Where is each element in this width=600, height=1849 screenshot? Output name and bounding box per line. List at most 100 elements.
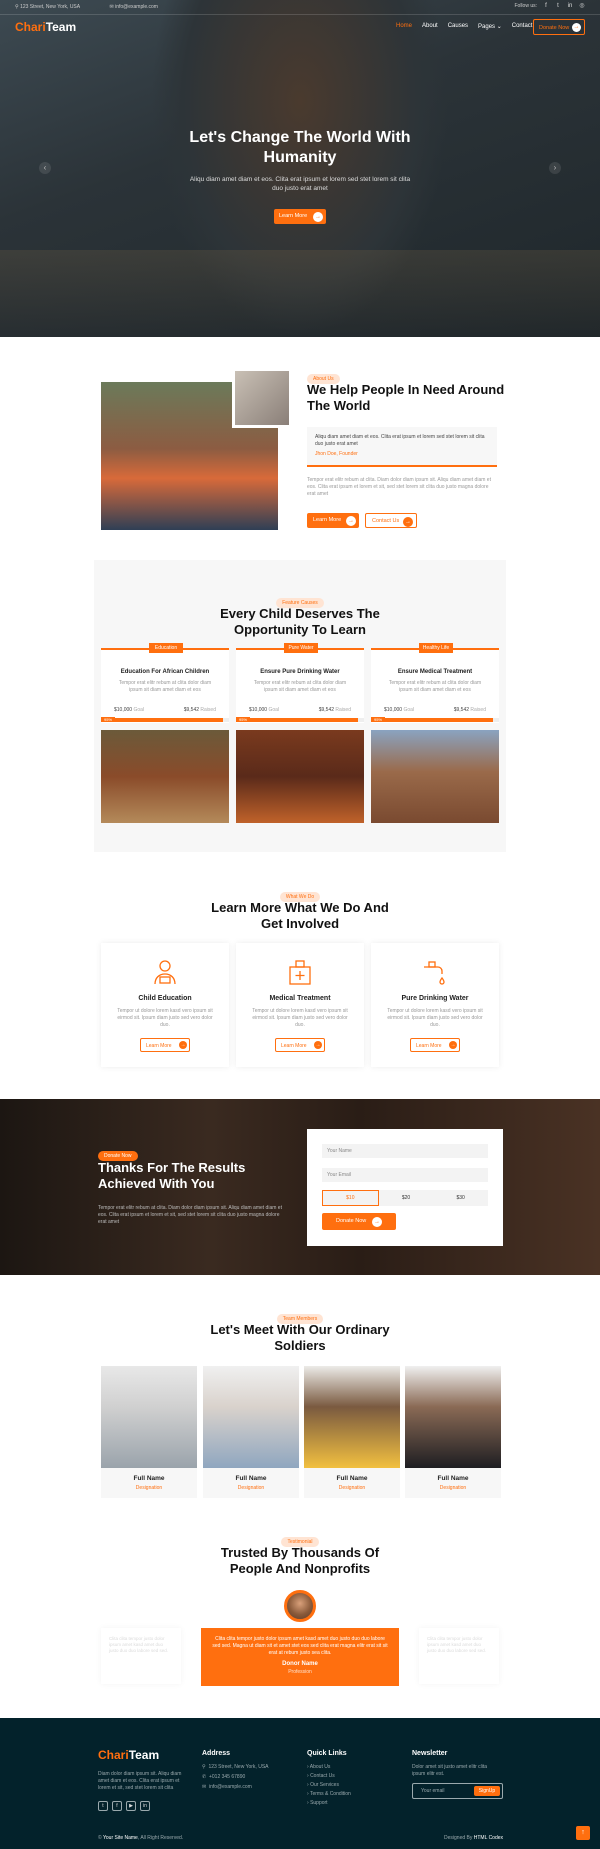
team-member-card: Full Name Designation <box>405 1366 501 1498</box>
youtube-icon[interactable]: ▶ <box>126 1801 136 1811</box>
back-to-top-button[interactable]: ↑ <box>576 1826 590 1840</box>
facebook-icon[interactable]: f <box>543 3 549 9</box>
site-name-link[interactable]: Your Site Name <box>103 1835 138 1841</box>
cause-raised-label: Raised <box>335 707 351 713</box>
team-member-card: Full Name Designation <box>101 1366 197 1498</box>
footer-link-label: Contact Us <box>310 1773 335 1779</box>
service-title: Child Education <box>138 995 192 1002</box>
footer-link-about[interactable]: › About Us <box>307 1764 330 1770</box>
causes-title: Every Child Deserves The Opportunity To … <box>220 606 380 637</box>
service-button-label: Learn More <box>281 1043 307 1049</box>
hero-image-overlay <box>0 250 600 337</box>
service-learn-more-button[interactable]: Learn More → <box>140 1038 190 1052</box>
donate-button-label: Donate Now <box>336 1218 367 1224</box>
team-title: Let's Meet With Our Ordinary Soldiers <box>210 1322 390 1353</box>
about-learn-more-button[interactable]: Learn More → <box>307 513 359 528</box>
service-card-water: Pure Drinking Water Tempor ut dolore lor… <box>371 943 499 1067</box>
cause-desc: Tempor erat elitr rebum at clita dolor d… <box>253 680 347 693</box>
cause-raised-value: $9,542 <box>318 707 335 713</box>
donor-avatar <box>284 1590 316 1622</box>
newsletter-form: Your email SignUp <box>412 1783 503 1799</box>
donor-email-input[interactable]: Your Email <box>322 1168 488 1182</box>
cause-goal: $10,000 Goal <box>384 707 414 713</box>
cause-title: Ensure Pure Drinking Water <box>260 669 340 675</box>
nav-pages-dropdown[interactable]: Pages ⌄ <box>478 23 502 30</box>
team-member-card: Full Name Designation <box>304 1366 400 1498</box>
copyright-text: , All Right Reserved. <box>137 1835 184 1841</box>
carousel-next-button[interactable]: › <box>549 162 561 174</box>
service-title: Pure Drinking Water <box>401 995 469 1002</box>
arrow-right-icon: → <box>313 211 323 222</box>
nav-about[interactable]: About <box>422 23 438 30</box>
facebook-icon[interactable]: f <box>112 1801 122 1811</box>
twitter-icon[interactable]: t <box>98 1801 108 1811</box>
designed-by-label: Designed By <box>444 1835 473 1841</box>
footer-link-label: Support <box>310 1800 328 1806</box>
amount-option-20[interactable]: $20 <box>379 1190 434 1206</box>
member-name: Full Name <box>437 1475 469 1482</box>
service-button-label: Learn More <box>416 1043 442 1049</box>
hero-title: Let's Change The World With Humanity <box>189 129 411 166</box>
footer-logo-a: Chari <box>98 1748 129 1762</box>
cause-progress-percent: 95% <box>101 717 116 722</box>
cause-category-badge: Pure Water <box>284 643 318 653</box>
twitter-icon[interactable]: t <box>555 3 561 9</box>
footer-link-support[interactable]: › Support <box>307 1800 328 1806</box>
linkedin-icon[interactable]: in <box>140 1801 150 1811</box>
cause-goal: $10,000 Goal <box>114 707 144 713</box>
footer-address-text: 123 Street, New York, USA <box>208 1764 269 1770</box>
service-desc: Tempor ut dolore lorem kasd vero ipsum s… <box>252 1008 348 1028</box>
member-role: Designation <box>439 1485 467 1491</box>
linkedin-icon[interactable]: in <box>567 3 573 9</box>
donate-form: Your Name Your Email $10 $20 $30 Donate … <box>307 1129 503 1246</box>
amount-option-30[interactable]: $30 <box>433 1190 488 1206</box>
cause-goal: $10,000 Goal <box>249 707 279 713</box>
nav-home[interactable]: Home <box>396 23 412 30</box>
amount-option-10[interactable]: $10 <box>322 1190 379 1206</box>
footer-link-contact[interactable]: › Contact Us <box>307 1773 335 1779</box>
footer-social: t f ▶ in <box>98 1801 150 1811</box>
hero-learn-more-button[interactable]: Learn More → <box>274 209 326 224</box>
about-contact-us-button[interactable]: Contact Us → <box>365 513 417 528</box>
arrow-right-icon: → <box>449 1041 457 1049</box>
logo[interactable]: ChariTeam <box>15 20 76 34</box>
nav-contact[interactable]: Contact <box>512 23 533 30</box>
testimonial-card-active: Clita clita tempor justo dolor ipsum ame… <box>201 1628 399 1686</box>
water-tap-icon <box>424 961 445 985</box>
footer-link-services[interactable]: › Our Services <box>307 1782 339 1788</box>
follow-label: Follow us: <box>514 3 537 9</box>
cause-goal-label: Goal <box>268 707 280 713</box>
about-quote: Aliqu diam amet diam et eos. Clita erat … <box>315 434 485 447</box>
logo-part-a: Chari <box>15 20 46 34</box>
cause-progress-percent: 95% <box>236 717 251 722</box>
instagram-icon[interactable]: ◎ <box>579 3 585 9</box>
about-text: Tempor erat elitr rebum at clita. Diam d… <box>307 477 491 497</box>
donate-submit-button[interactable]: Donate Now → <box>322 1213 396 1230</box>
newsletter-email-input[interactable]: Your email <box>421 1788 444 1794</box>
topbar: ⚲ 123 Street, New York, USA ✉ info@examp… <box>0 0 600 14</box>
about-title: We Help People In Need Around The World <box>307 382 505 413</box>
designed-by: Designed By HTML Codex <box>444 1835 503 1841</box>
service-desc: Tempor ut dolore lorem kasd vero ipsum s… <box>387 1008 483 1028</box>
member-name: Full Name <box>336 1475 368 1482</box>
designer-link[interactable]: HTML Codex <box>474 1835 503 1841</box>
cause-title: Ensure Medical Treatment <box>397 669 473 675</box>
footer-link-terms[interactable]: › Terms & Condition <box>307 1791 351 1797</box>
footer-link-label: Terms & Condition <box>309 1791 351 1797</box>
carousel-prev-button[interactable]: ‹ <box>39 162 51 174</box>
testimonial-title: Trusted By Thousands Of People And Nonpr… <box>220 1545 380 1576</box>
donor-name-input[interactable]: Your Name <box>322 1144 488 1158</box>
topbar-email-text: info@example.com <box>115 4 158 10</box>
service-learn-more-button[interactable]: Learn More → <box>410 1038 460 1052</box>
footer-logo[interactable]: ChariTeam <box>98 1748 159 1762</box>
hero-subtitle: Aliqu diam amet diam et eos. Clita erat … <box>189 176 411 192</box>
newsletter-signup-button[interactable]: SignUp <box>474 1786 500 1796</box>
service-learn-more-button[interactable]: Learn More → <box>275 1038 325 1052</box>
nav-causes[interactable]: Causes <box>448 23 468 30</box>
cause-image-education <box>101 730 229 823</box>
cause-goal-value: $10,000 <box>249 707 268 713</box>
services-title: Learn More What We Do And Get Involved <box>211 900 389 931</box>
footer-newsletter-heading: Newsletter <box>412 1750 448 1757</box>
medical-kit-icon <box>289 960 311 985</box>
donate-now-button[interactable]: Donate Now → <box>533 19 585 35</box>
